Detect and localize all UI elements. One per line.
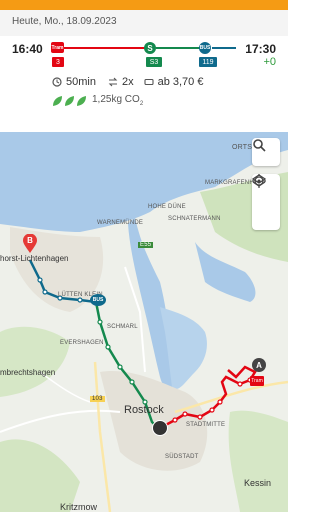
map-label-lichtenhagen: horst-Lichtenhagen <box>0 254 69 263</box>
duration-text: 50min <box>66 76 96 88</box>
arrival-time: 17:30 <box>245 42 276 56</box>
map-tools-group <box>252 174 280 230</box>
departure-time: 16:40 <box>12 42 43 56</box>
map-label-schmarl: SCHMARL <box>107 324 138 330</box>
map-label-rostock: Rostock <box>124 404 164 416</box>
map-label-kritzmow: Kritzmow <box>60 502 98 512</box>
road-label-103: 103 <box>90 396 105 402</box>
map-label-evershagen: EVERSHAGEN <box>60 340 104 346</box>
leg-line-bus <box>212 47 236 49</box>
s-bahn-icon: S <box>144 42 156 54</box>
line-badge-sbahn: S3 <box>146 57 162 67</box>
trip-info-row: 50min 2x ab 3,70 € <box>52 76 203 88</box>
map-label-markgrafenheide: MARKGRAFENHE <box>205 180 259 186</box>
clock-icon <box>52 77 62 87</box>
eco-leaf-icons <box>53 95 86 106</box>
map-label-kessin: Kessin <box>244 478 272 488</box>
marker-b-label: B <box>27 236 33 245</box>
transfer-icon <box>108 77 118 87</box>
map-label-warnemuende: WARNEMÜNDE <box>97 220 144 226</box>
route-map[interactable]: ORTS MARKGRAFENHE HOHE DÜNE WARNEMÜNDE S… <box>0 132 288 512</box>
map-label-stadtmitte: STADTMITTE <box>186 422 226 428</box>
map-label-elmenhorst: mbrechtshagen <box>0 368 56 377</box>
map-label-orts: ORTS <box>232 144 253 151</box>
search-button[interactable] <box>252 138 280 166</box>
line-badge-bus: 119 <box>199 57 217 67</box>
date-text: Heute, Mo., 18.09.2023 <box>12 16 117 27</box>
search-icon <box>253 139 266 152</box>
destination-marker[interactable]: B <box>22 234 38 254</box>
trip-card[interactable]: 16:40 17:30 +0 Tram S BUS 3 S3 119 50min… <box>0 36 288 160</box>
price-text: ab 3,70 € <box>157 76 204 88</box>
line-badge-tram: 3 <box>52 57 64 67</box>
locate-icon <box>252 174 266 188</box>
leg-line-sbahn <box>156 47 200 49</box>
road-label-e55: E55 <box>138 242 154 248</box>
tram-icon: Tram <box>51 42 64 53</box>
co2-text: 1,25kg CO2 <box>92 94 144 107</box>
walk-transfer-icon <box>152 420 168 436</box>
delay-indicator: +0 <box>263 56 276 68</box>
bus-stop-badge: BUS <box>90 294 106 306</box>
tram-stop-badge: Tram <box>250 376 264 386</box>
date-header: Heute, Mo., 18.09.2023 <box>0 10 288 36</box>
map-label-schnatermann: SCHNATERMANN <box>168 216 221 222</box>
co2-row: 1,25kg CO2 <box>52 94 143 107</box>
status-bar <box>0 0 288 10</box>
map-canvas[interactable] <box>0 132 288 512</box>
map-label-hohe-duene: HOHE DÜNE <box>148 204 186 210</box>
leg-line-tram <box>62 47 150 49</box>
transfers-text: 2x <box>121 76 134 88</box>
map-label-suedstadt: SÜDSTADT <box>165 454 199 460</box>
bus-icon: BUS <box>199 42 211 54</box>
ticket-icon <box>144 78 154 86</box>
origin-marker[interactable]: A <box>252 358 266 372</box>
marker-a-label: A <box>256 360 262 370</box>
